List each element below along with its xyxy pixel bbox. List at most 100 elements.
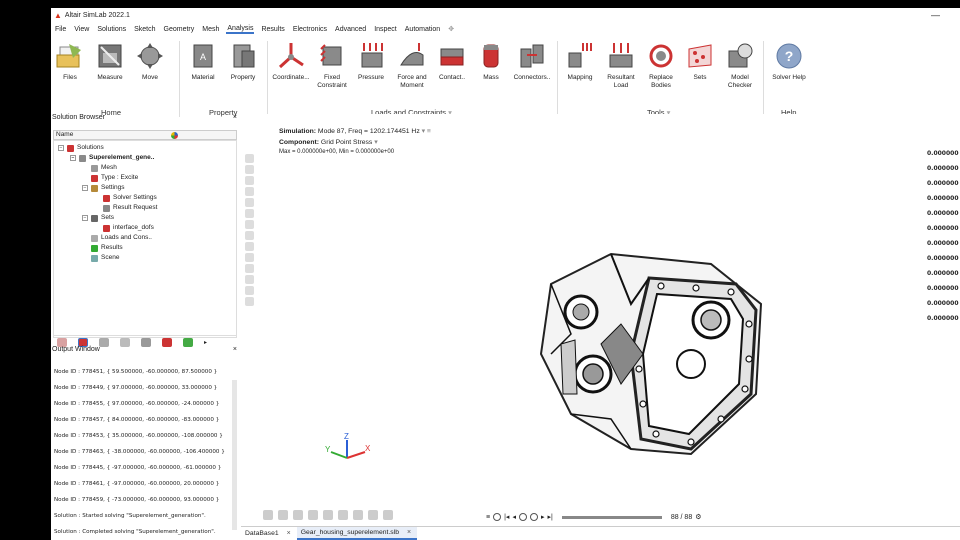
- select-tool-icon[interactable]: [263, 510, 273, 520]
- tab-database1[interactable]: DataBase1 ×: [241, 527, 297, 540]
- output-scrollbar[interactable]: [232, 380, 237, 530]
- view-tool-icon[interactable]: [245, 198, 254, 207]
- tree-node[interactable]: Type : Excite: [82, 174, 138, 182]
- play-icon[interactable]: [518, 513, 527, 521]
- menu-geometry[interactable]: Geometry: [163, 26, 196, 33]
- display-mode-icon[interactable]: [338, 510, 348, 520]
- tree-column-header[interactable]: Name: [53, 130, 237, 140]
- collapse-toggle-icon[interactable]: −: [70, 155, 76, 161]
- view-tool-icon[interactable]: [245, 209, 254, 218]
- view-tool-icon[interactable]: [245, 231, 254, 240]
- mass-button[interactable]: Mass: [476, 41, 506, 82]
- tree-node[interactable]: Result Request: [94, 204, 157, 212]
- view-tool-icon[interactable]: [245, 297, 254, 306]
- legend-value: 0.000000: [927, 270, 959, 277]
- view-tool-icon[interactable]: [245, 154, 254, 163]
- view-tool-icon[interactable]: [245, 253, 254, 262]
- animation-slider[interactable]: [561, 515, 662, 519]
- tree-node[interactable]: − Superelement_gene..: [70, 154, 154, 162]
- collapse-toggle-icon[interactable]: −: [58, 145, 64, 151]
- animation-settings-icon[interactable]: ⚙: [695, 513, 701, 521]
- close-icon[interactable]: ×: [233, 346, 237, 353]
- coordinate-system-button[interactable]: Coordinate...: [271, 41, 311, 82]
- list-icon[interactable]: ≡: [427, 128, 431, 135]
- fit-view-icon[interactable]: [278, 510, 288, 520]
- visibility-icon[interactable]: [353, 510, 363, 520]
- pause-icon[interactable]: [529, 513, 538, 521]
- resultant-load-button[interactable]: Resultant Load: [602, 41, 640, 90]
- tree-node[interactable]: − Settings: [82, 184, 125, 192]
- move-button[interactable]: Move: [135, 41, 165, 82]
- animation-menu-icon[interactable]: ≡: [486, 514, 490, 521]
- component-dropdown[interactable]: Grid Point Stress: [321, 139, 372, 146]
- tree-node[interactable]: − Solutions: [58, 144, 104, 152]
- chevron-down-icon[interactable]: ▾: [422, 128, 425, 135]
- menu-electronics[interactable]: Electronics: [292, 26, 328, 33]
- connectors-button[interactable]: Connectors..: [510, 41, 554, 82]
- view-tool-icon[interactable]: [245, 165, 254, 174]
- replace-bodies-button[interactable]: Replace Bodies: [643, 41, 679, 90]
- tree-node[interactable]: Solver Settings: [94, 194, 157, 202]
- last-frame-icon[interactable]: ▸|: [547, 513, 552, 521]
- contact-button[interactable]: Contact..: [435, 41, 469, 82]
- section-icon[interactable]: [368, 510, 378, 520]
- menu-view[interactable]: View: [73, 26, 90, 33]
- view-tool-icon[interactable]: [245, 176, 254, 185]
- camera-icon[interactable]: [383, 510, 393, 520]
- property-button[interactable]: Property: [227, 41, 259, 82]
- menu-automation[interactable]: Automation: [404, 26, 441, 33]
- solver-help-button[interactable]: ? Solver Help: [769, 41, 809, 82]
- view-cube-icon[interactable]: [323, 510, 333, 520]
- files-button[interactable]: Files: [55, 41, 85, 82]
- previous-frame-icon[interactable]: ◂: [512, 513, 516, 521]
- view-tool-icon[interactable]: [245, 242, 254, 251]
- fixed-constraint-icon: [317, 41, 347, 71]
- menu-results[interactable]: Results: [260, 26, 285, 33]
- close-icon[interactable]: ×: [287, 530, 291, 537]
- menu-file[interactable]: File: [54, 26, 67, 33]
- simulation-dropdown[interactable]: Mode 87, Freq = 1202.174451 Hz: [318, 128, 420, 135]
- next-frame-icon[interactable]: ▸: [541, 513, 545, 521]
- material-button[interactable]: A Material: [187, 41, 219, 82]
- tree-node[interactable]: interface_dofs: [94, 224, 154, 232]
- tree-node[interactable]: Loads and Cons..: [82, 234, 152, 242]
- first-frame-icon[interactable]: |◂: [504, 513, 509, 521]
- menu-advanced[interactable]: Advanced: [334, 26, 367, 33]
- zoom-box-icon[interactable]: [293, 510, 303, 520]
- tree-node[interactable]: Mesh: [82, 164, 117, 172]
- more-tabs-icon[interactable]: ▸: [204, 339, 207, 346]
- pressure-button[interactable]: Pressure: [354, 41, 388, 82]
- collapse-toggle-icon[interactable]: −: [82, 185, 88, 191]
- menu-analysis[interactable]: Analysis: [226, 25, 255, 34]
- view-tool-icon[interactable]: [245, 264, 254, 273]
- stop-icon[interactable]: [493, 513, 502, 521]
- graphics-viewport[interactable]: Simulation: Mode 87, Freq = 1202.174451 …: [241, 114, 960, 540]
- model-checker-button[interactable]: Model Checker: [722, 41, 758, 90]
- close-icon[interactable]: ×: [233, 114, 237, 121]
- fixed-constraint-button[interactable]: Fixed Constraint: [315, 41, 349, 90]
- sets-button[interactable]: Sets: [685, 41, 715, 82]
- menu-mesh[interactable]: Mesh: [201, 26, 220, 33]
- menu-inspect[interactable]: Inspect: [373, 26, 398, 33]
- view-tool-icon[interactable]: [245, 275, 254, 284]
- zoom-icon[interactable]: [308, 510, 318, 520]
- close-icon[interactable]: ×: [407, 529, 411, 536]
- color-column-icon[interactable]: [171, 132, 178, 139]
- menu-solutions[interactable]: Solutions: [96, 26, 127, 33]
- tree-node[interactable]: Results: [82, 244, 123, 252]
- force-moment-button[interactable]: Force and Moment: [393, 41, 431, 90]
- minimize-button[interactable]: —: [931, 10, 940, 20]
- menu-sketch[interactable]: Sketch: [133, 26, 156, 33]
- tree-node[interactable]: − Sets: [82, 214, 114, 222]
- measure-button[interactable]: Measure: [93, 41, 127, 82]
- view-tool-icon[interactable]: [245, 187, 254, 196]
- view-tool-icon[interactable]: [245, 286, 254, 295]
- tree-node[interactable]: Scene: [82, 254, 119, 262]
- gear-housing-model[interactable]: [531, 244, 771, 464]
- mapping-button[interactable]: Mapping: [563, 41, 597, 82]
- add-menu-icon[interactable]: ✥: [447, 25, 455, 33]
- chevron-down-icon[interactable]: ▾: [374, 139, 377, 146]
- collapse-toggle-icon[interactable]: −: [82, 215, 88, 221]
- view-tool-icon[interactable]: [245, 220, 254, 229]
- tab-gear-housing[interactable]: Gear_housing_superelement.slb ×: [296, 527, 418, 540]
